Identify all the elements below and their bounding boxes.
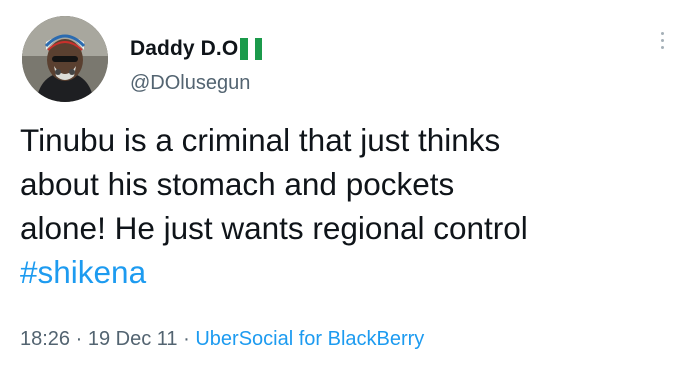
hashtag-link[interactable]: #shikena xyxy=(20,250,670,294)
tweet-text-line: alone! He just wants regional control xyxy=(20,210,528,246)
tweet-time[interactable]: 18:26 xyxy=(20,328,70,350)
avatar[interactable] xyxy=(22,16,108,102)
meta-separator: · xyxy=(183,328,190,350)
name-row: Daddy D.O xyxy=(130,36,263,62)
tweet-text-line: about his stomach and pockets xyxy=(20,166,455,202)
more-options-icon[interactable] xyxy=(658,32,666,56)
nigeria-flag-icon xyxy=(240,38,263,60)
tweet-text: Tinubu is a criminal that just thinks ab… xyxy=(20,118,670,294)
tweet-text-line: Tinubu is a criminal that just thinks xyxy=(20,122,501,158)
tweet-date[interactable]: 19 Dec 11 xyxy=(88,328,178,350)
tweet-meta: 18:26 · 19 Dec 11 · UberSocial for Black… xyxy=(20,328,424,351)
meta-separator: · xyxy=(75,328,83,350)
user-handle[interactable]: @DOlusegun xyxy=(130,72,250,95)
tweet-card: Daddy D.O @DOlusegun Tinubu is a crimina… xyxy=(0,0,680,376)
source-app-link[interactable]: UberSocial for BlackBerry xyxy=(195,328,424,350)
display-name[interactable]: Daddy D.O xyxy=(130,37,238,61)
